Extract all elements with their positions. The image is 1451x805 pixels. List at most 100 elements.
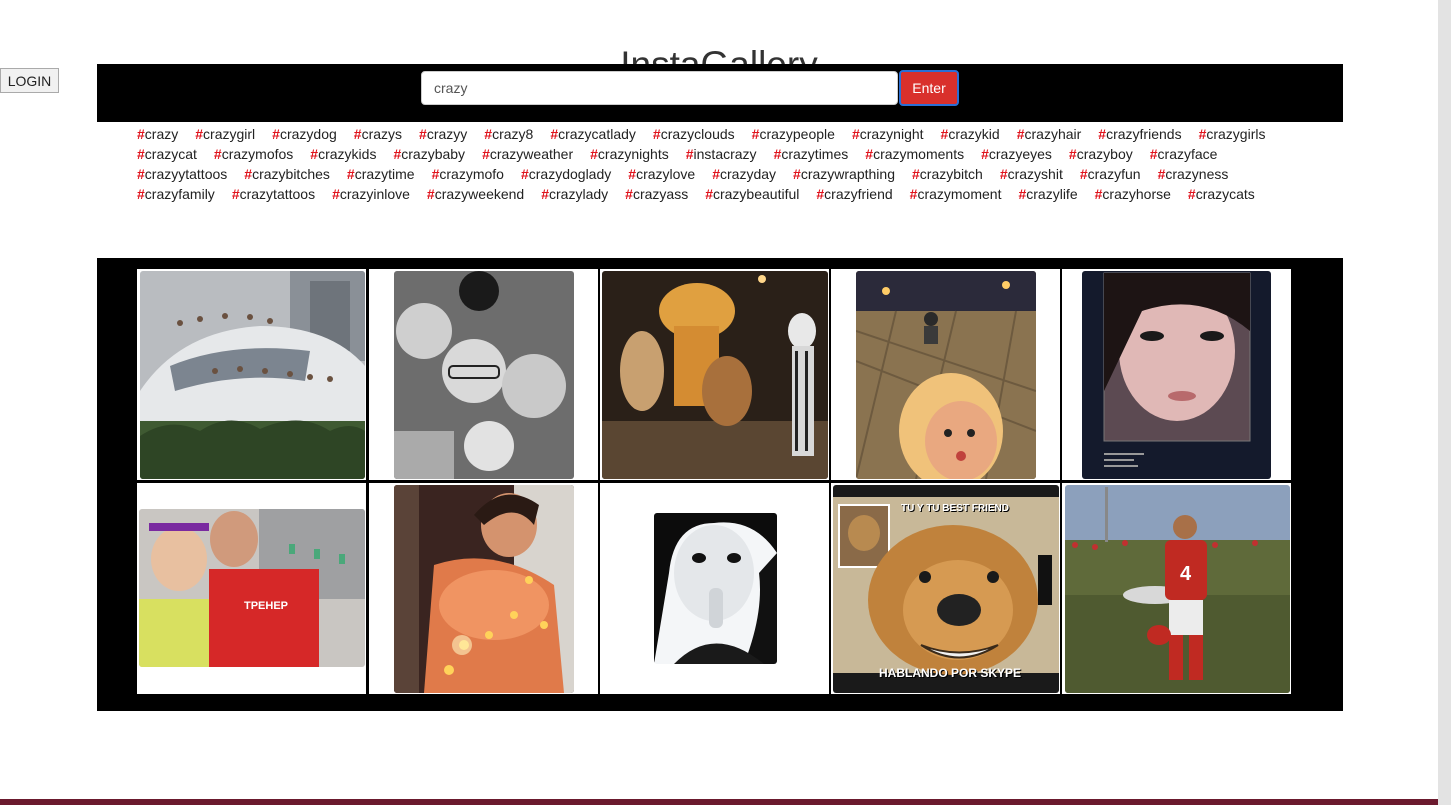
hashtag-label: crazywrapthing bbox=[800, 166, 895, 182]
gallery-photo-gym-selfie[interactable]: TPEHEP bbox=[137, 483, 366, 694]
hashtag-link[interactable]: #crazykid bbox=[941, 124, 1000, 144]
hashtag-label: crazydoglady bbox=[528, 166, 612, 182]
hashtag-link[interactable]: #crazyclouds bbox=[653, 124, 735, 144]
login-button[interactable]: LOGIN bbox=[0, 68, 59, 93]
gallery-photo-dog-meme[interactable]: TU Y TU BEST FRIEND HABLANDO POR SKYPE bbox=[831, 483, 1060, 694]
hashtag-link[interactable]: #crazybitch bbox=[912, 164, 983, 184]
hashtag-link[interactable]: #crazyfriends bbox=[1098, 124, 1181, 144]
hashtag-link[interactable]: #crazybeautiful bbox=[705, 184, 799, 204]
hashtag-link[interactable]: #crazydog bbox=[272, 124, 337, 144]
hashtag-link[interactable]: #crazybitches bbox=[244, 164, 330, 184]
hashtag-link[interactable]: #crazyboy bbox=[1069, 144, 1133, 164]
hash-symbol: # bbox=[590, 146, 598, 162]
hashtag-label: crazyytattoos bbox=[144, 166, 228, 182]
svg-text:TPEHEP: TPEHEP bbox=[244, 600, 288, 612]
hashtag-label: crazylove bbox=[636, 166, 696, 182]
hashtag-label: crazymofos bbox=[221, 146, 294, 162]
search-input[interactable] bbox=[421, 71, 898, 105]
hashtag-link[interactable]: #crazycats bbox=[1188, 184, 1255, 204]
hashtag-label: crazyass bbox=[632, 186, 689, 202]
hashtag-label: crazykids bbox=[318, 146, 377, 162]
hash-symbol: # bbox=[685, 146, 694, 162]
hashtag-label: crazytattoos bbox=[239, 186, 316, 202]
hashtag-label: crazy8 bbox=[492, 126, 534, 142]
hashtag-link[interactable]: #crazymofo bbox=[432, 164, 504, 184]
hashtag-label: crazyinlove bbox=[339, 186, 410, 202]
hash-symbol: # bbox=[793, 166, 801, 182]
gallery-photo-costume-bodybuilders[interactable] bbox=[600, 269, 829, 480]
hashtag-link[interactable]: #crazycatlady bbox=[550, 124, 636, 144]
hashtag-link[interactable]: #crazytattoos bbox=[232, 184, 315, 204]
hashtag-link[interactable]: #crazyfun bbox=[1080, 164, 1141, 184]
hashtag-link[interactable]: #crazyinlove bbox=[332, 184, 410, 204]
hashtag-label: crazybitch bbox=[919, 166, 983, 182]
hashtag-label: crazyday bbox=[720, 166, 777, 182]
hashtag-link[interactable]: #crazyfamily bbox=[137, 184, 215, 204]
hash-symbol: # bbox=[981, 146, 989, 162]
hashtag-link[interactable]: #crazytime bbox=[347, 164, 415, 184]
hashtag-link[interactable]: #crazyy bbox=[419, 124, 467, 144]
gallery-photo-night-selfie[interactable] bbox=[831, 269, 1060, 480]
gallery-photo-girl-bw[interactable] bbox=[600, 483, 829, 694]
gallery-photo-football-player[interactable]: 4 bbox=[1062, 483, 1291, 694]
hashtag-link[interactable]: #crazydoglady bbox=[521, 164, 611, 184]
hashtag-link[interactable]: #crazybaby bbox=[393, 144, 465, 164]
hashtag-label: crazyeyes bbox=[988, 146, 1052, 162]
hashtag-link[interactable]: #crazymoment bbox=[910, 184, 1002, 204]
photo-image bbox=[1082, 271, 1271, 479]
hashtag-link[interactable]: #crazygirl bbox=[195, 124, 255, 144]
hashtag-link[interactable]: #crazymoments bbox=[865, 144, 964, 164]
gallery-photo-birds-car[interactable] bbox=[137, 269, 366, 480]
hashtag-link[interactable]: #crazyness bbox=[1158, 164, 1229, 184]
hashtag-link[interactable]: #crazyface bbox=[1150, 144, 1218, 164]
hashtag-link[interactable]: #crazyhair bbox=[1017, 124, 1082, 144]
hashtag-link[interactable]: #crazyshit bbox=[1000, 164, 1063, 184]
hashtag-link[interactable]: #crazytimes bbox=[774, 144, 849, 164]
hashtag-label: crazydog bbox=[279, 126, 337, 142]
hashtag-link[interactable]: #crazygirls bbox=[1199, 124, 1266, 144]
hashtag-link[interactable]: #crazylove bbox=[628, 164, 695, 184]
gallery-photo-string-lights[interactable] bbox=[369, 483, 598, 694]
photo-image: TPEHEP bbox=[139, 509, 365, 667]
hashtag-label: crazyhair bbox=[1024, 126, 1082, 142]
hash-symbol: # bbox=[195, 126, 204, 142]
hash-symbol: # bbox=[353, 126, 362, 142]
hashtag-link[interactable]: #crazyweather bbox=[482, 144, 573, 164]
hashtag-link[interactable]: #crazypeople bbox=[752, 124, 835, 144]
hashtag-link[interactable]: #crazykids bbox=[310, 144, 376, 164]
hashtag-link[interactable]: #crazy8 bbox=[484, 124, 533, 144]
hashtag-link[interactable]: #crazy bbox=[137, 124, 178, 144]
photo-image bbox=[394, 271, 574, 479]
hashtag-label: instacrazy bbox=[693, 146, 757, 162]
hashtag-label: crazyhorse bbox=[1102, 186, 1171, 202]
photo-image bbox=[602, 271, 828, 479]
hashtag-label: crazycatlady bbox=[558, 126, 636, 142]
gallery-photo-girl-quote[interactable] bbox=[1062, 269, 1291, 480]
hashtag-link[interactable]: #crazys bbox=[354, 124, 402, 144]
hashtag-link[interactable]: #crazymofos bbox=[214, 144, 293, 164]
hash-symbol: # bbox=[310, 146, 319, 162]
hashtag-link[interactable]: #crazylady bbox=[541, 184, 608, 204]
enter-button[interactable]: Enter bbox=[899, 70, 959, 106]
window-edge bbox=[1438, 0, 1451, 805]
hashtag-link[interactable]: #instacrazy bbox=[686, 144, 757, 164]
hashtag-link[interactable]: #crazylife bbox=[1018, 184, 1077, 204]
hashtag-link[interactable]: #crazyweekend bbox=[427, 184, 524, 204]
gallery-photo-family-bw[interactable] bbox=[369, 269, 598, 480]
hashtag-link[interactable]: #crazyytattoos bbox=[137, 164, 227, 184]
hashtag-link[interactable]: #crazynights bbox=[590, 144, 669, 164]
hashtag-link[interactable]: #crazyeyes bbox=[981, 144, 1052, 164]
hashtag-link[interactable]: #crazycat bbox=[137, 144, 197, 164]
search-bar: Enter bbox=[97, 64, 1343, 122]
photo-image bbox=[394, 485, 574, 693]
hashtag-link[interactable]: #crazyass bbox=[625, 184, 688, 204]
hashtag-label: crazynights bbox=[597, 146, 669, 162]
hashtag-link[interactable]: #crazyfriend bbox=[816, 184, 892, 204]
hash-symbol: # bbox=[1079, 166, 1088, 182]
hashtag-link[interactable]: #crazynight bbox=[852, 124, 924, 144]
hashtag-link[interactable]: #crazyhorse bbox=[1095, 184, 1171, 204]
hashtag-link[interactable]: #crazywrapthing bbox=[793, 164, 895, 184]
hashtag-label: crazymoments bbox=[873, 146, 965, 162]
hashtag-label: crazypeople bbox=[759, 126, 835, 142]
hashtag-link[interactable]: #crazyday bbox=[712, 164, 776, 184]
